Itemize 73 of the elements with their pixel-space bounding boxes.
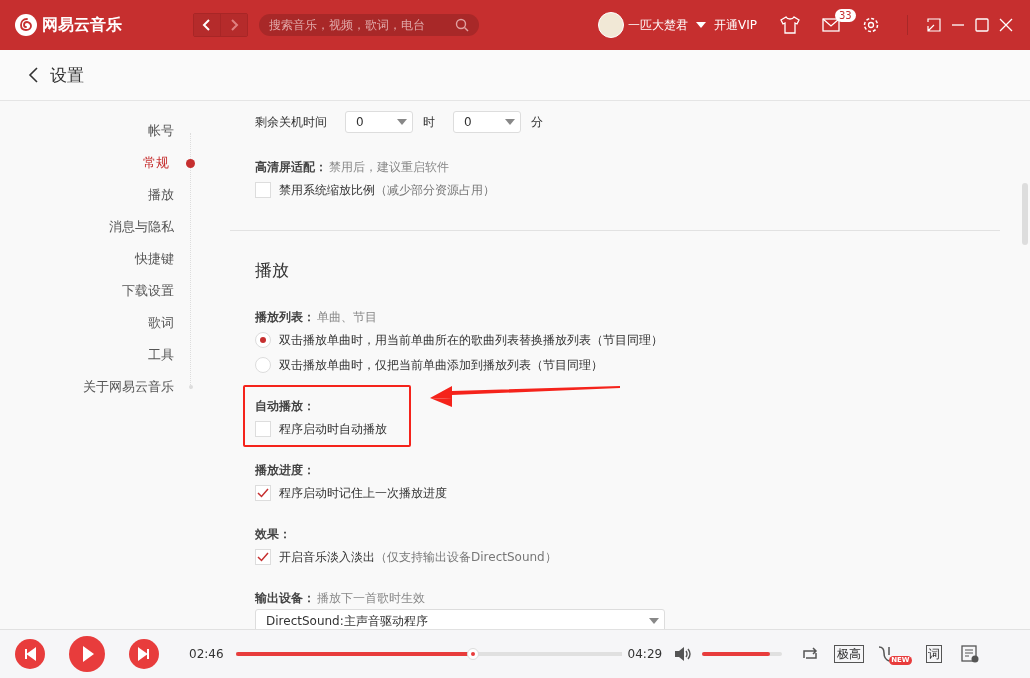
- group-title: 输出设备：: [255, 589, 315, 607]
- section-heading: 播放: [255, 259, 290, 282]
- timeline-dot: [186, 158, 195, 168]
- caret-icon[interactable]: [696, 22, 706, 28]
- user-name[interactable]: 一匹大楚君: [628, 16, 688, 34]
- close-icon[interactable]: [998, 17, 1014, 33]
- sidebar-item[interactable]: 关于网易云音乐: [83, 378, 174, 396]
- group-note: 播放下一首歌时生效: [317, 589, 425, 607]
- group-title: 自动播放：: [255, 397, 315, 415]
- settings-icon[interactable]: [862, 16, 880, 34]
- timer-label: 剩余关机时间: [255, 113, 327, 131]
- group-note: 单曲、节目: [317, 308, 377, 326]
- sidebar-item[interactable]: 工具: [148, 346, 174, 364]
- sidebar-item[interactable]: 快捷键: [135, 250, 174, 268]
- sidebar-item[interactable]: 帐号: [148, 122, 174, 140]
- sidebar-item[interactable]: 下载设置: [122, 282, 174, 300]
- option-label: 程序启动时记住上一次播放进度: [279, 484, 447, 502]
- total-time: 04:29: [627, 647, 663, 661]
- radio-button[interactable]: [255, 357, 271, 373]
- message-count-badge: 33: [835, 9, 856, 22]
- maximize-icon[interactable]: [974, 17, 990, 33]
- scrollbar-thumb[interactable]: [1022, 183, 1028, 245]
- sound-effect-icon[interactable]: [878, 645, 891, 663]
- checkbox[interactable]: [255, 549, 271, 565]
- option-label: 开启音乐淡入淡出: [279, 548, 375, 566]
- checkbox[interactable]: [255, 485, 271, 501]
- checkbox[interactable]: [255, 182, 271, 198]
- playlist-icon[interactable]: [959, 645, 980, 663]
- option-label: 双击播放单曲时，用当前单曲所在的歌曲列表替换播放列表（节目同理）: [279, 331, 663, 349]
- quality-button[interactable]: 极高: [834, 645, 865, 663]
- option-label: 禁用系统缩放比例: [279, 181, 375, 199]
- avatar[interactable]: [598, 12, 624, 38]
- elapsed-time: 02:46: [189, 647, 224, 661]
- sidebar-item[interactable]: 播放: [148, 186, 174, 204]
- caret-icon: [505, 119, 515, 125]
- dropdown[interactable]: DirectSound:主声音驱动程序: [255, 609, 665, 629]
- next-icon[interactable]: [129, 639, 159, 669]
- lyrics-button[interactable]: 词: [925, 645, 942, 663]
- unit-label: 时: [423, 113, 435, 131]
- search-field[interactable]: 搜索音乐，视频，歌词，电台: [259, 14, 479, 36]
- vip-link[interactable]: 开通VIP: [714, 16, 757, 34]
- dropdown[interactable]: 0: [345, 111, 413, 133]
- group-title: 效果：: [255, 525, 291, 543]
- option-label: 程序启动时自动播放: [279, 420, 387, 438]
- checkbox[interactable]: [255, 421, 271, 437]
- caret-icon: [397, 119, 407, 125]
- option-label: 双击播放单曲时，仅把当前单曲添加到播放列表（节目同理）: [279, 356, 603, 374]
- back-icon[interactable]: [28, 66, 40, 84]
- play-icon[interactable]: [69, 636, 105, 672]
- back-icon[interactable]: [194, 14, 220, 36]
- option-note: （仅支持输出设备DirectSound）: [375, 548, 557, 566]
- option-note: （减少部分资源占用）: [375, 181, 495, 199]
- volume-icon[interactable]: [674, 646, 693, 662]
- app-title: 网易云音乐: [42, 14, 122, 36]
- page-title: 设置: [50, 63, 84, 87]
- caret-icon: [649, 618, 659, 624]
- group-note: 禁用后，建议重启软件: [329, 158, 449, 176]
- mail-icon[interactable]: [822, 18, 840, 32]
- progress-thumb[interactable]: [466, 648, 479, 660]
- mini-mode-icon[interactable]: [926, 17, 942, 33]
- logo-icon: [15, 14, 37, 36]
- unit-label: 分: [531, 113, 543, 131]
- search-icon[interactable]: [455, 18, 469, 32]
- sidebar-item[interactable]: 歌词: [148, 314, 174, 332]
- previous-icon[interactable]: [15, 639, 45, 669]
- sidebar-item[interactable]: 常规: [143, 154, 169, 172]
- shirt-icon[interactable]: [780, 16, 800, 34]
- dropdown[interactable]: 0: [453, 111, 521, 133]
- sidebar-item[interactable]: 消息与隐私: [109, 218, 174, 236]
- group-title: 播放进度：: [255, 461, 315, 479]
- group-title: 高清屏适配：: [255, 158, 327, 176]
- radio-button[interactable]: [255, 332, 271, 348]
- group-title: 播放列表：: [255, 308, 315, 326]
